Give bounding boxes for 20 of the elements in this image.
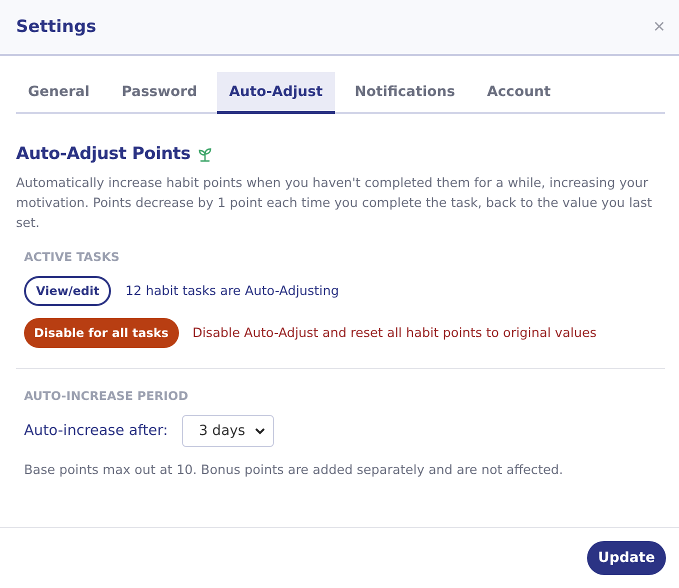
tab[interactable]: Auto-Adjust [217,72,335,114]
tab[interactable]: Account [475,72,563,114]
field-label: Auto-increase after: [24,423,168,439]
note-text: Base points max out at 10. Bonus points are added separately and are not affected. [24,463,564,478]
status-text: 12 habit tasks are Auto-Adjusting [125,284,339,298]
tab[interactable]: General [16,72,102,114]
chevron-down-icon [255,428,266,434]
period-select[interactable]: 3 days [182,415,274,447]
warning-text: Disable Auto-Adjust and reset all habit points to original values [192,326,597,340]
tab[interactable]: Password [110,72,210,114]
description: Automatically increase habit points when you haven't completed them for a while, increasing your motivation. Points decrease by 1 point each time you complete the task, back to the value you last set. [16,175,654,233]
update-button[interactable]: Update [586,541,666,575]
view-edit-button[interactable]: View/edit [24,276,112,306]
tab[interactable]: Notifications [342,72,468,114]
sprout-icon [198,146,212,162]
section-heading: ACTIVE TASKS [24,250,121,264]
section-title: Auto-Adjust Points [16,144,190,164]
disable-button[interactable]: Disable for all tasks [24,318,178,348]
section-heading: AUTO-INCREASE PERIOD [24,389,190,403]
window-title: Settings [16,17,96,37]
